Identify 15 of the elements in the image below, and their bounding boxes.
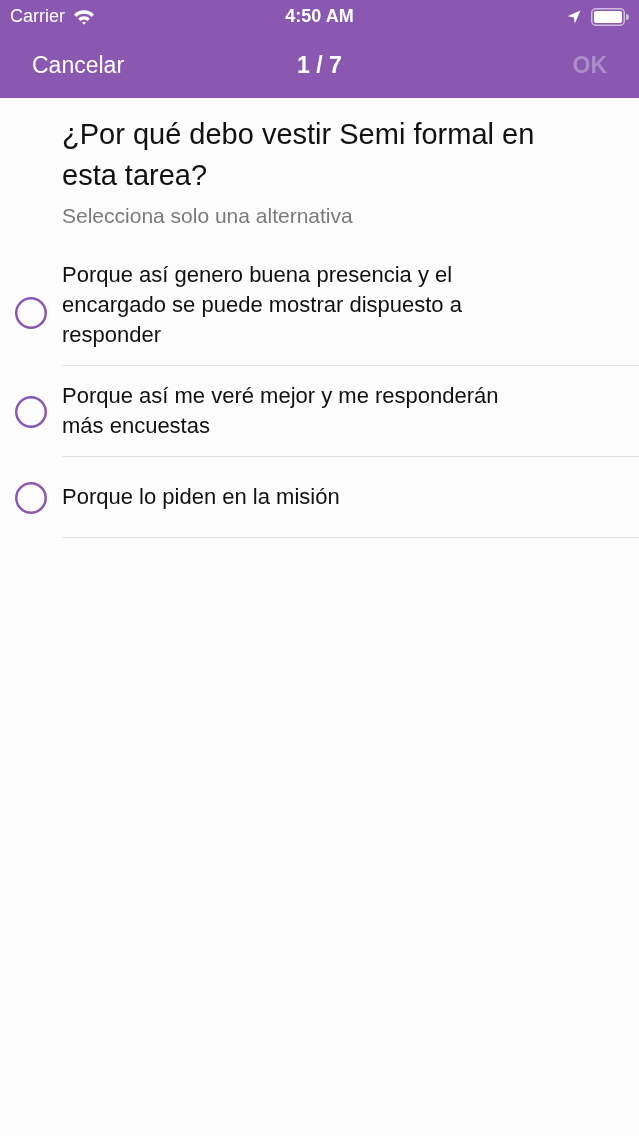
- location-arrow-icon: [567, 9, 581, 24]
- radio-button[interactable]: [15, 481, 47, 514]
- status-time: 4:50 AM: [285, 5, 354, 28]
- cancel-button[interactable]: Cancelar: [32, 48, 125, 83]
- option-label[interactable]: Porque lo piden en la misión: [62, 482, 340, 512]
- radio-button[interactable]: [15, 297, 47, 329]
- page-counter: 1 / 7: [297, 51, 342, 81]
- wifi-icon: [73, 8, 95, 25]
- battery-icon: [591, 7, 629, 26]
- option-label[interactable]: Porque así genero buena presencia y el encargado se puede mostrar dispuesto a responder: [62, 260, 522, 350]
- question-hint: Selecciona solo una alternativa: [62, 203, 354, 229]
- carrier-name: Carrier: [10, 5, 65, 28]
- option-label[interactable]: Porque así me veré mejor y me responderán más encuestas: [62, 381, 522, 441]
- question-title: ¿Por qué debo vestir Semi formal en esta tarea?: [62, 117, 536, 193]
- radio-button[interactable]: [15, 395, 47, 428]
